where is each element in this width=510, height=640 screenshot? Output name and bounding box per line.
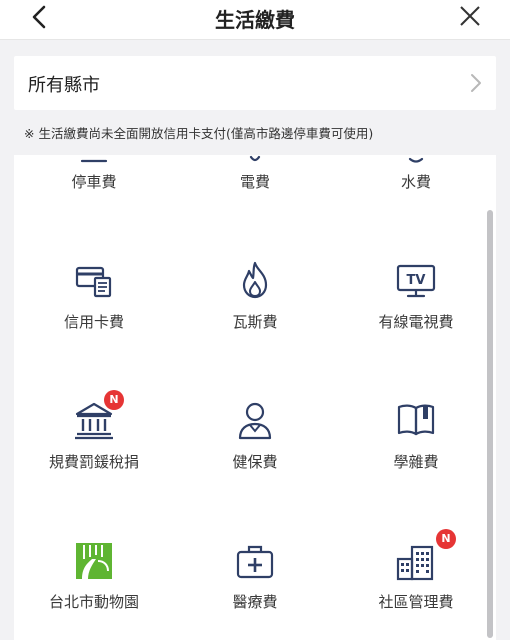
close-icon bbox=[460, 6, 480, 26]
service-item-community-management[interactable]: N 社區管理費 bbox=[336, 529, 496, 615]
service-label: 醫療費 bbox=[232, 593, 278, 611]
electricity-icon bbox=[249, 155, 261, 162]
service-label: 水費 bbox=[400, 173, 431, 191]
book-icon bbox=[397, 404, 435, 436]
service-item-medical[interactable]: 醫療費 bbox=[175, 535, 335, 615]
service-label: 規費罰鍰稅捐 bbox=[48, 453, 139, 471]
service-item-credit-card[interactable]: 信用卡費 bbox=[14, 255, 174, 335]
service-grid: 停車費 電費 水費 信用卡費 瓦斯費 TV 有線電視費 N 規費罰鍰稅捐 健保費… bbox=[14, 155, 496, 640]
service-item-gas[interactable]: 瓦斯費 bbox=[175, 255, 335, 335]
medical-kit-icon bbox=[236, 545, 274, 579]
chevron-right-icon bbox=[471, 74, 481, 92]
service-label: 信用卡費 bbox=[63, 313, 124, 331]
service-label: 健保費 bbox=[232, 453, 278, 471]
header-bar: 生活繳費 bbox=[0, 0, 510, 40]
service-item-parking[interactable]: 停車費 bbox=[14, 155, 174, 201]
close-button[interactable] bbox=[458, 4, 482, 28]
water-icon bbox=[408, 157, 424, 163]
new-badge: N bbox=[104, 390, 124, 410]
zoo-logo-icon bbox=[76, 543, 112, 579]
flame-icon bbox=[242, 261, 268, 299]
service-label: 台北市動物園 bbox=[48, 593, 139, 611]
service-item-health-insurance[interactable]: 健保費 bbox=[175, 395, 335, 475]
county-selector-label: 所有縣市 bbox=[28, 75, 100, 96]
county-selector[interactable]: 所有縣市 bbox=[14, 56, 496, 110]
credit-card-icon bbox=[75, 266, 112, 298]
tv-icon: TV bbox=[396, 264, 436, 298]
service-item-tuition[interactable]: 學雜費 bbox=[336, 395, 496, 475]
parking-icon bbox=[80, 159, 108, 163]
service-label: 有線電視費 bbox=[378, 313, 454, 331]
new-badge: N bbox=[436, 529, 456, 549]
service-item-taipei-zoo[interactable]: 台北市動物園 bbox=[14, 535, 174, 615]
service-item-cable-tv[interactable]: TV 有線電視費 bbox=[336, 255, 496, 335]
scrollbar[interactable] bbox=[487, 210, 493, 638]
svg-text:TV: TV bbox=[407, 273, 426, 288]
page-title: 生活繳費 bbox=[215, 8, 295, 32]
service-label: 學雜費 bbox=[393, 453, 439, 471]
apartment-building-icon bbox=[396, 545, 434, 581]
service-item-fees-fines-taxes[interactable]: N 規費罰鍰稅捐 bbox=[14, 390, 174, 475]
person-icon bbox=[238, 402, 272, 440]
service-item-water[interactable]: 水費 bbox=[336, 155, 496, 201]
service-label: 瓦斯費 bbox=[232, 313, 278, 331]
service-item-electricity[interactable]: 電費 bbox=[175, 155, 335, 201]
credit-card-notice: ※ 生活繳費尚未全面開放信用卡支付(僅高市路邊停車費可使用) bbox=[24, 126, 374, 141]
service-label: 停車費 bbox=[71, 173, 117, 191]
service-label: 社區管理費 bbox=[378, 593, 454, 611]
service-label: 電費 bbox=[239, 173, 270, 191]
